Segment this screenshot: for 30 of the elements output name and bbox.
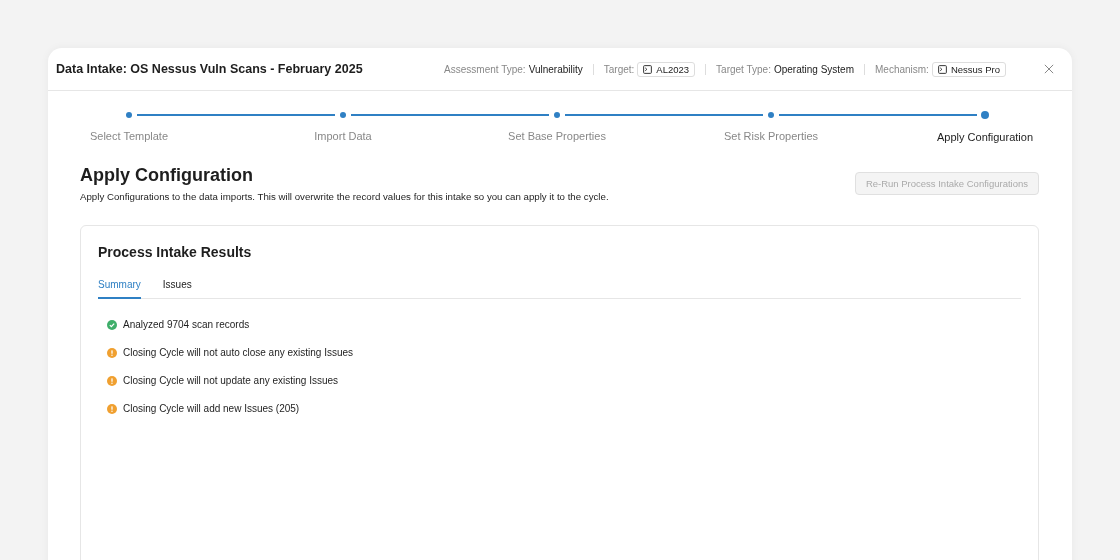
- tab[interactable]: Issues: [162, 279, 192, 299]
- warning-icon: [107, 347, 117, 358]
- step-label[interactable]: Set Risk Properties: [723, 130, 819, 142]
- check-icon: [107, 319, 117, 330]
- result-text: Analyzed 9704 scan records: [123, 319, 250, 330]
- step-label[interactable]: Apply Configuration: [937, 131, 1033, 143]
- meta-value: Vulnerability: [528, 63, 583, 75]
- meta-chip: Nessus Pro: [931, 61, 1006, 77]
- step-label[interactable]: Import Data: [314, 130, 372, 142]
- meta-label: Mechanism:: [875, 63, 929, 75]
- meta-label: Target Type:: [716, 63, 771, 75]
- meta-chip: AL2023: [637, 61, 696, 77]
- step-label[interactable]: Select Template: [89, 130, 169, 142]
- meta-label: Target:: [603, 63, 635, 75]
- meta-value: Operating System: [773, 63, 854, 75]
- page-heading: Apply Configuration: [80, 165, 254, 186]
- terminal-icon: [937, 64, 947, 74]
- close-icon[interactable]: [1044, 64, 1054, 74]
- result-text: Closing Cycle will not update any existing Issues: [123, 375, 339, 386]
- step-label[interactable]: Set Base Properties: [508, 130, 606, 142]
- result-text: Closing Cycle will add new Issues (205): [123, 403, 300, 414]
- terminal-icon: [643, 64, 653, 74]
- warning-icon: [107, 375, 117, 386]
- window-title: Data Intake: OS Nessus Vuln Scans - February 2025: [56, 62, 363, 76]
- description: Apply Configurations to the data imports. This will overwrite the record values for this intake so you can apply it to the cycle.: [80, 191, 609, 202]
- tab[interactable]: Summary: [98, 279, 141, 299]
- card-title: Process Intake Results: [98, 244, 253, 260]
- meta-label: Assessment Type:: [444, 63, 526, 75]
- warning-icon: [107, 403, 117, 414]
- result-text: Closing Cycle will not auto close any existing Issues: [123, 347, 354, 358]
